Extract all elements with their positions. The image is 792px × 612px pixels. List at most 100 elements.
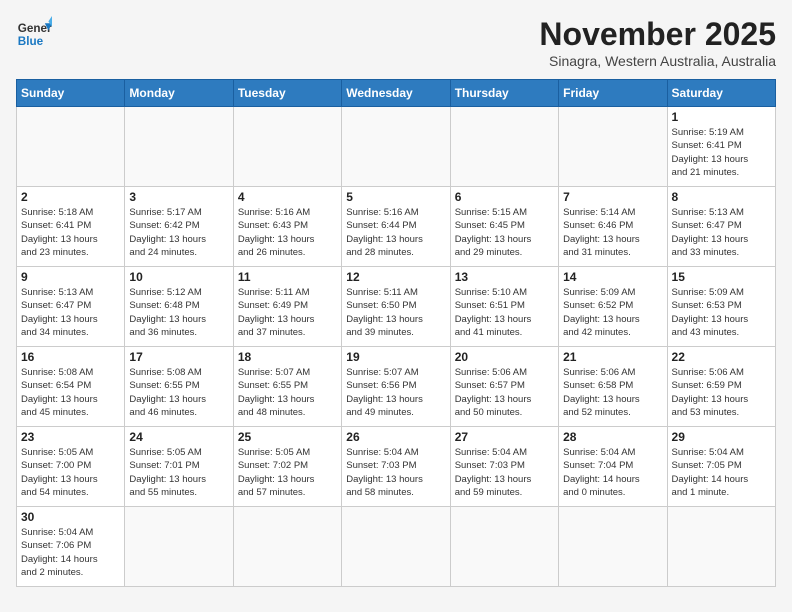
day-info: Sunrise: 5:07 AM Sunset: 6:56 PM Dayligh… <box>346 366 445 419</box>
calendar-cell: 3 Sunrise: 5:17 AM Sunset: 6:42 PM Daylig… <box>125 187 233 267</box>
day-number: 17 <box>129 350 228 364</box>
week-row-4: 16Sunrise: 5:08 AM Sunset: 6:54 PM Dayli… <box>17 347 776 427</box>
day-info: Sunrise: 5:07 AM Sunset: 6:55 PM Dayligh… <box>238 366 337 419</box>
week-row-3: 9Sunrise: 5:13 AM Sunset: 6:47 PM Daylig… <box>17 267 776 347</box>
calendar-table: SundayMondayTuesdayWednesdayThursdayFrid… <box>16 79 776 587</box>
calendar-cell: 30 Sunrise: 5:04 AM Sunset: 7:06 PM Dayli… <box>17 507 125 587</box>
month-title: November 2025 <box>539 16 776 53</box>
day-info: Sunrise: 5:08 AM Sunset: 6:55 PM Dayligh… <box>129 366 228 419</box>
calendar-header-row: SundayMondayTuesdayWednesdayThursdayFrid… <box>17 80 776 107</box>
day-info: Sunrise: 5:17 AM Sunset: 6:42 PM Dayligh… <box>129 206 228 259</box>
day-info: Sunrise: 5:11 AM Sunset: 6:50 PM Dayligh… <box>346 286 445 339</box>
day-info: Sunrise: 5:05 AM Sunset: 7:01 PM Dayligh… <box>129 446 228 499</box>
day-info: Sunrise: 5:15 AM Sunset: 6:45 PM Dayligh… <box>455 206 554 259</box>
day-info: Sunrise: 5:04 AM Sunset: 7:03 PM Dayligh… <box>455 446 554 499</box>
logo-icon: General Blue <box>16 16 52 52</box>
day-number: 8 <box>672 190 771 204</box>
calendar-cell <box>125 507 233 587</box>
day-info: Sunrise: 5:05 AM Sunset: 7:00 PM Dayligh… <box>21 446 120 499</box>
day-number: 6 <box>455 190 554 204</box>
calendar-cell: 6 Sunrise: 5:15 AM Sunset: 6:45 PM Daylig… <box>450 187 558 267</box>
week-row-6: 30 Sunrise: 5:04 AM Sunset: 7:06 PM Dayli… <box>17 507 776 587</box>
day-number: 20 <box>455 350 554 364</box>
day-number: 14 <box>563 270 662 284</box>
logo: General Blue <box>16 16 52 52</box>
column-header-monday: Monday <box>125 80 233 107</box>
calendar-cell <box>342 507 450 587</box>
calendar-cell: 24 Sunrise: 5:05 AM Sunset: 7:01 PM Dayli… <box>125 427 233 507</box>
day-number: 24 <box>129 430 228 444</box>
day-number: 29 <box>672 430 771 444</box>
day-info: Sunrise: 5:04 AM Sunset: 7:03 PM Dayligh… <box>346 446 445 499</box>
day-info: Sunrise: 5:09 AM Sunset: 6:52 PM Dayligh… <box>563 286 662 339</box>
calendar-cell: 26 Sunrise: 5:04 AM Sunset: 7:03 PM Dayli… <box>342 427 450 507</box>
column-header-thursday: Thursday <box>450 80 558 107</box>
calendar-cell: 8Sunrise: 5:13 AM Sunset: 6:47 PM Daylig… <box>667 187 775 267</box>
calendar-cell: 5Sunrise: 5:16 AM Sunset: 6:44 PM Daylig… <box>342 187 450 267</box>
day-info: Sunrise: 5:16 AM Sunset: 6:44 PM Dayligh… <box>346 206 445 259</box>
day-info: Sunrise: 5:06 AM Sunset: 6:57 PM Dayligh… <box>455 366 554 419</box>
day-info: Sunrise: 5:05 AM Sunset: 7:02 PM Dayligh… <box>238 446 337 499</box>
title-area: November 2025 Sinagra, Western Australia… <box>539 16 776 69</box>
calendar-cell <box>450 107 558 187</box>
day-info: Sunrise: 5:14 AM Sunset: 6:46 PM Dayligh… <box>563 206 662 259</box>
day-info: Sunrise: 5:18 AM Sunset: 6:41 PM Dayligh… <box>21 206 120 259</box>
day-number: 16 <box>21 350 120 364</box>
calendar-cell: 17 Sunrise: 5:08 AM Sunset: 6:55 PM Dayli… <box>125 347 233 427</box>
column-header-tuesday: Tuesday <box>233 80 341 107</box>
calendar-cell <box>667 507 775 587</box>
svg-text:Blue: Blue <box>18 35 44 48</box>
day-number: 21 <box>563 350 662 364</box>
day-number: 27 <box>455 430 554 444</box>
week-row-5: 23 Sunrise: 5:05 AM Sunset: 7:00 PM Dayli… <box>17 427 776 507</box>
day-info: Sunrise: 5:04 AM Sunset: 7:06 PM Dayligh… <box>21 526 120 579</box>
calendar-cell <box>17 107 125 187</box>
day-number: 28 <box>563 430 662 444</box>
calendar-cell: 14 Sunrise: 5:09 AM Sunset: 6:52 PM Dayli… <box>559 267 667 347</box>
calendar-cell: 23 Sunrise: 5:05 AM Sunset: 7:00 PM Dayli… <box>17 427 125 507</box>
day-number: 1 <box>672 110 771 124</box>
calendar-cell: 27 Sunrise: 5:04 AM Sunset: 7:03 PM Dayli… <box>450 427 558 507</box>
column-header-friday: Friday <box>559 80 667 107</box>
day-info: Sunrise: 5:06 AM Sunset: 6:59 PM Dayligh… <box>672 366 771 419</box>
day-number: 12 <box>346 270 445 284</box>
day-info: Sunrise: 5:16 AM Sunset: 6:43 PM Dayligh… <box>238 206 337 259</box>
page-header: General Blue November 2025 Sinagra, West… <box>16 16 776 69</box>
day-info: Sunrise: 5:04 AM Sunset: 7:05 PM Dayligh… <box>672 446 771 499</box>
calendar-cell <box>559 107 667 187</box>
day-info: Sunrise: 5:06 AM Sunset: 6:58 PM Dayligh… <box>563 366 662 419</box>
calendar-cell: 13 Sunrise: 5:10 AM Sunset: 6:51 PM Dayli… <box>450 267 558 347</box>
day-number: 9 <box>21 270 120 284</box>
calendar-cell: 25 Sunrise: 5:05 AM Sunset: 7:02 PM Dayli… <box>233 427 341 507</box>
calendar-cell: 11Sunrise: 5:11 AM Sunset: 6:49 PM Dayli… <box>233 267 341 347</box>
day-number: 11 <box>238 270 337 284</box>
calendar-cell: 21 Sunrise: 5:06 AM Sunset: 6:58 PM Dayli… <box>559 347 667 427</box>
calendar-cell: 16Sunrise: 5:08 AM Sunset: 6:54 PM Dayli… <box>17 347 125 427</box>
day-info: Sunrise: 5:10 AM Sunset: 6:51 PM Dayligh… <box>455 286 554 339</box>
calendar-cell <box>342 107 450 187</box>
calendar-cell: 15 Sunrise: 5:09 AM Sunset: 6:53 PM Dayli… <box>667 267 775 347</box>
day-number: 3 <box>129 190 228 204</box>
day-number: 19 <box>346 350 445 364</box>
calendar-cell: 29 Sunrise: 5:04 AM Sunset: 7:05 PM Dayli… <box>667 427 775 507</box>
day-number: 23 <box>21 430 120 444</box>
day-number: 15 <box>672 270 771 284</box>
day-number: 26 <box>346 430 445 444</box>
calendar-cell: 18Sunrise: 5:07 AM Sunset: 6:55 PM Dayli… <box>233 347 341 427</box>
day-info: Sunrise: 5:12 AM Sunset: 6:48 PM Dayligh… <box>129 286 228 339</box>
calendar-cell: 4 Sunrise: 5:16 AM Sunset: 6:43 PM Daylig… <box>233 187 341 267</box>
day-number: 4 <box>238 190 337 204</box>
column-header-wednesday: Wednesday <box>342 80 450 107</box>
day-info: Sunrise: 5:09 AM Sunset: 6:53 PM Dayligh… <box>672 286 771 339</box>
calendar-cell: 2Sunrise: 5:18 AM Sunset: 6:41 PM Daylig… <box>17 187 125 267</box>
day-info: Sunrise: 5:04 AM Sunset: 7:04 PM Dayligh… <box>563 446 662 499</box>
column-header-sunday: Sunday <box>17 80 125 107</box>
day-number: 22 <box>672 350 771 364</box>
calendar-cell: 12 Sunrise: 5:11 AM Sunset: 6:50 PM Dayli… <box>342 267 450 347</box>
day-number: 10 <box>129 270 228 284</box>
location-subtitle: Sinagra, Western Australia, Australia <box>539 53 776 69</box>
day-number: 13 <box>455 270 554 284</box>
day-number: 25 <box>238 430 337 444</box>
day-number: 30 <box>21 510 120 524</box>
week-row-2: 2Sunrise: 5:18 AM Sunset: 6:41 PM Daylig… <box>17 187 776 267</box>
